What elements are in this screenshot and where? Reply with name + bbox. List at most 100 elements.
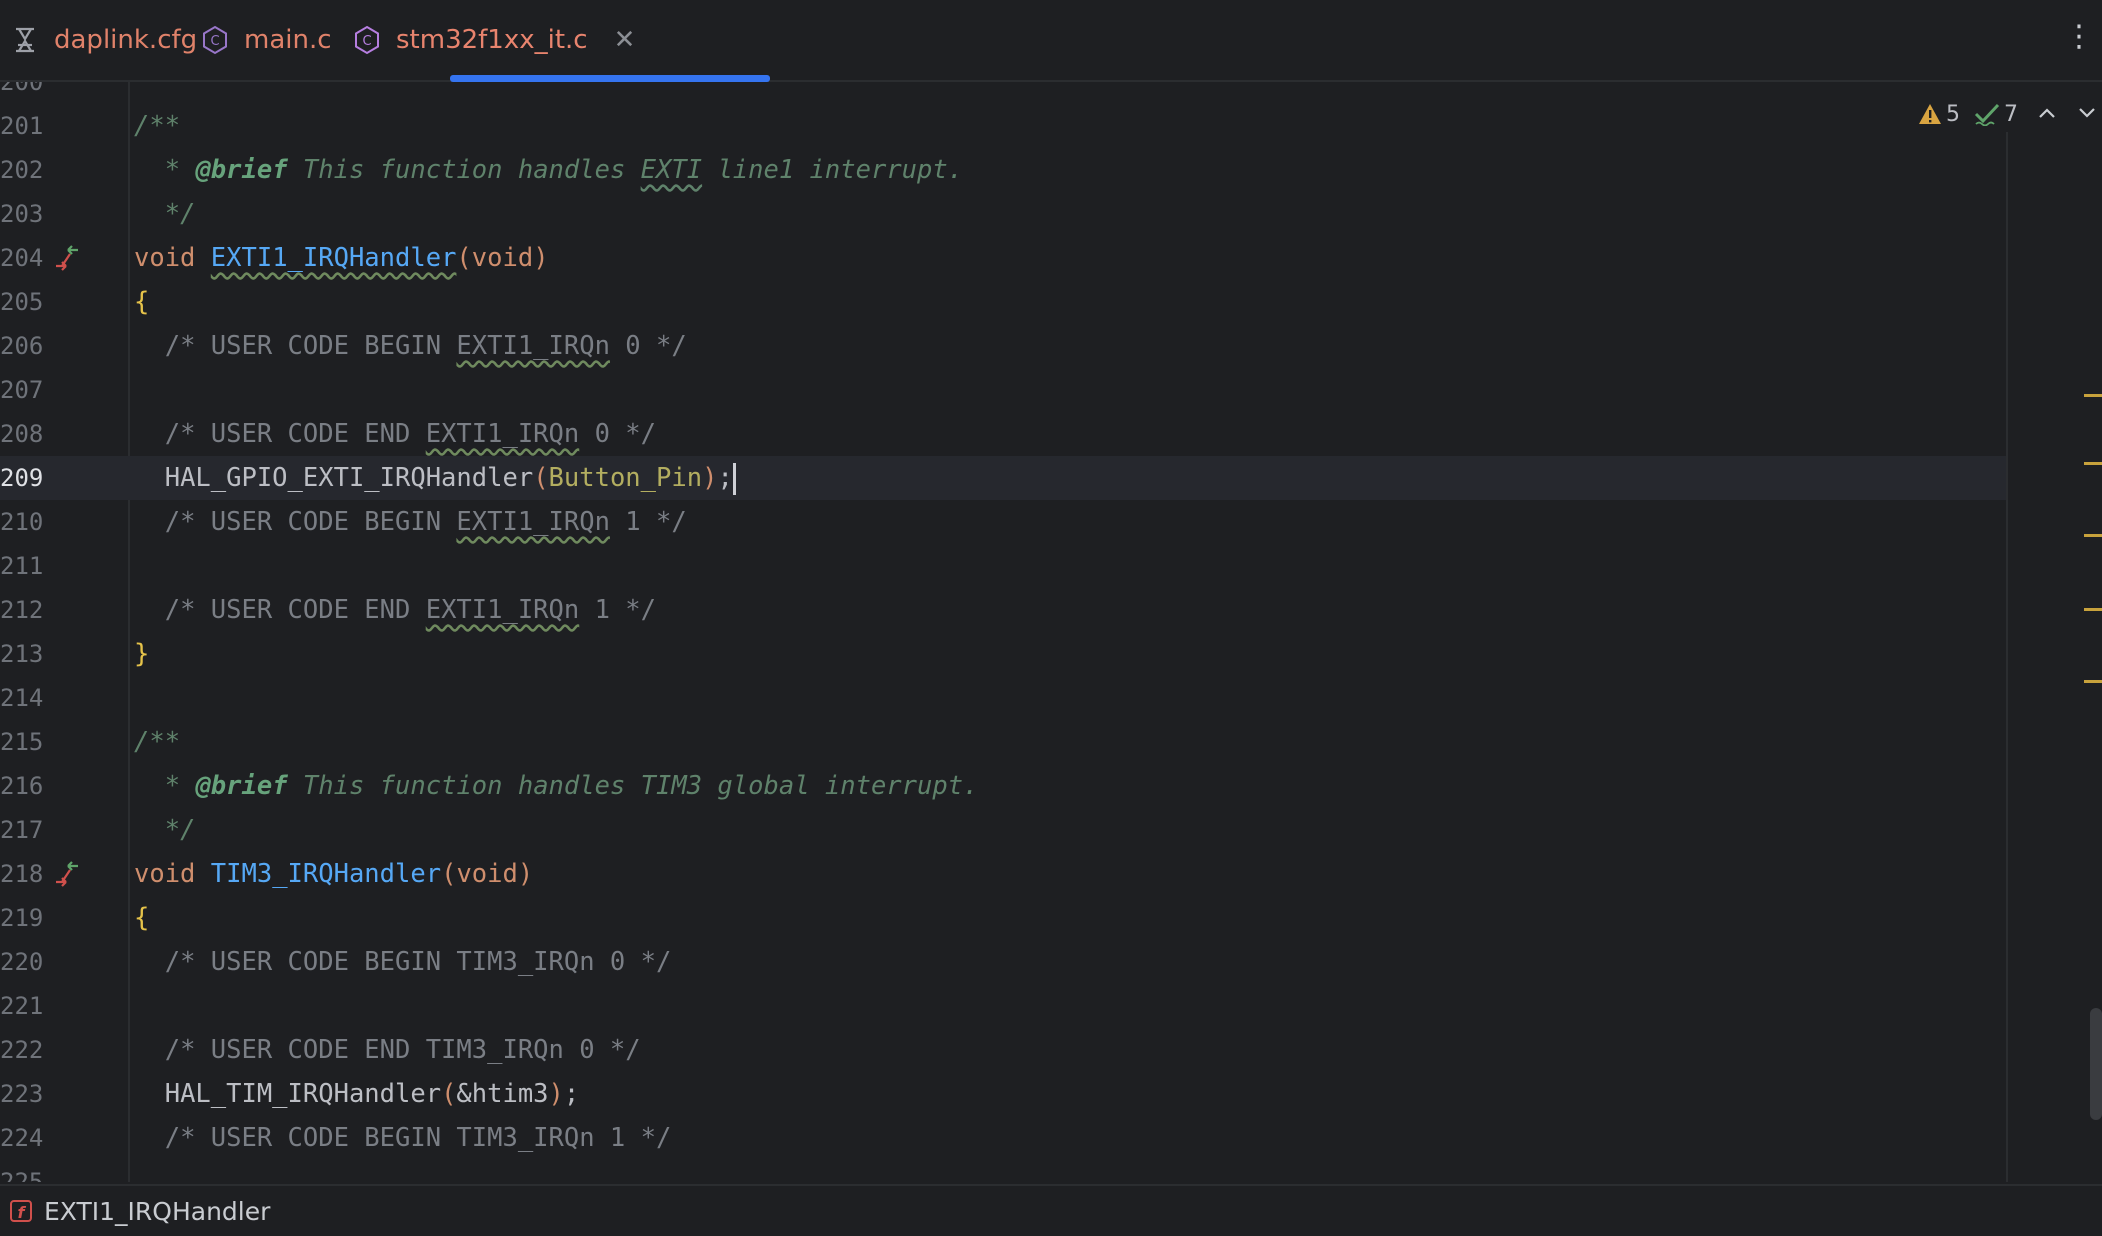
line-number: 223 [0, 1080, 44, 1108]
tab-label: daplink.cfg [54, 25, 198, 55]
line-number: 224 [0, 1124, 44, 1152]
implementation-navigation-icon[interactable] [54, 242, 86, 274]
doc-comment: This function handles TIM3 global interr… [287, 771, 979, 801]
tab-stm32f1xx-it-c[interactable]: C stm32f1xx_it.c ✕ [352, 0, 770, 82]
error-stripe-mark[interactable] [2084, 680, 2102, 683]
breadcrumb-function[interactable]: EXTI1_IRQHandler [44, 1197, 270, 1226]
error-stripe-mark[interactable] [2084, 394, 2102, 397]
implementation-navigation-icon[interactable] [54, 858, 86, 890]
brace: } [134, 639, 150, 669]
code-line[interactable]: 203 */ [0, 192, 2006, 236]
line-number: 207 [0, 376, 44, 404]
code-line[interactable]: 206 /* USER CODE BEGIN EXTI1_IRQn 0 */ [0, 324, 2006, 368]
line-number: 218 [0, 860, 44, 888]
code-line[interactable]: 201 /** [0, 104, 2006, 148]
comment: 1 */ [609, 507, 687, 537]
error-stripe-mark[interactable] [2084, 608, 2102, 611]
doc-comment: * [164, 771, 196, 801]
comment: /* USER CODE BEGIN TIM3_IRQn 0 */ [164, 947, 672, 977]
tab-label: stm32f1xx_it.c [396, 25, 588, 55]
c-file-icon: C [352, 25, 382, 55]
semicolon: ; [563, 1079, 580, 1109]
code-line[interactable]: 221 [0, 984, 2006, 1028]
line-number: 205 [0, 288, 44, 316]
comment: 0 */ [609, 331, 687, 361]
keyword: void [134, 243, 196, 273]
code-line[interactable]: 204 void EXTI1_IRQHandler(void) [0, 236, 2006, 280]
line-number: 212 [0, 596, 44, 624]
function-name[interactable]: TIM3_IRQHandler [211, 859, 441, 889]
line-number: 216 [0, 772, 44, 800]
line-number: 214 [0, 684, 44, 712]
code-line[interactable]: 208 /* USER CODE END EXTI1_IRQn 0 */ [0, 412, 2006, 456]
paren: ) [548, 1079, 564, 1109]
code-line[interactable]: 224 /* USER CODE BEGIN TIM3_IRQn 1 */ [0, 1116, 2006, 1160]
doc-comment: */ [164, 815, 196, 845]
next-highlight-icon[interactable] [2072, 99, 2102, 129]
code-line[interactable]: 220 /* USER CODE BEGIN TIM3_IRQn 0 */ [0, 940, 2006, 984]
code-line[interactable]: 205 { [0, 280, 2006, 324]
argument: Button_Pin [548, 463, 703, 493]
code-line[interactable]: 202 * @brief This function handles EXTI … [0, 148, 2006, 192]
tab-label: main.c [244, 25, 332, 55]
close-icon[interactable]: ✕ [614, 25, 636, 55]
line-number: 202 [0, 156, 44, 184]
tab-daplink-cfg[interactable]: daplink.cfg [10, 0, 197, 80]
svg-text:C: C [210, 34, 219, 49]
function-name[interactable]: EXTI1_IRQHandler [211, 243, 457, 273]
doc-comment: This function handles [287, 155, 641, 185]
code-line[interactable]: 214 [0, 676, 2006, 720]
line-number: 211 [0, 552, 44, 580]
error-stripe-mark[interactable] [2084, 462, 2102, 465]
line-number: 215 [0, 728, 44, 756]
code-line[interactable]: 207 [0, 368, 2006, 412]
line-number: 222 [0, 1036, 44, 1064]
code-line[interactable]: 218 void TIM3_IRQHandler(void) [0, 852, 2006, 896]
code-line[interactable]: 210 /* USER CODE BEGIN EXTI1_IRQn 1 */ [0, 500, 2006, 544]
function-call: HAL_GPIO_EXTI_IRQHandler [164, 463, 534, 493]
paren: ) [517, 859, 534, 889]
doc-comment: line1 interrupt. [702, 155, 964, 185]
config-file-icon [10, 25, 40, 55]
comment: /* USER CODE END [164, 595, 426, 625]
line-number: 206 [0, 332, 44, 360]
code-editor[interactable]: 5 7 200 201 /** 202 * @brief This functi… [0, 82, 2102, 1182]
tab-main-c[interactable]: C main.c [200, 0, 332, 80]
line-number: 201 [0, 112, 44, 140]
vertical-scrollbar-thumb[interactable] [2090, 1008, 2102, 1120]
paren: ( [441, 1079, 457, 1109]
code-line[interactable]: 215 /** [0, 720, 2006, 764]
comment: /* USER CODE END [164, 419, 426, 449]
more-options-icon[interactable]: ⋮ [2064, 22, 2094, 58]
comment: 1 */ [579, 595, 657, 625]
code-line[interactable]: 212 /* USER CODE END EXTI1_IRQn 1 */ [0, 588, 2006, 632]
comment: /* USER CODE BEGIN TIM3_IRQn 1 */ [164, 1123, 672, 1153]
breadcrumb-bar: f EXTI1_IRQHandler [0, 1184, 2102, 1236]
code-line[interactable]: 216 * @brief This function handles TIM3 … [0, 764, 2006, 808]
code-line[interactable]: 213 } [0, 632, 2006, 676]
code-line[interactable]: 222 /* USER CODE END TIM3_IRQn 0 */ [0, 1028, 2006, 1072]
code-line[interactable]: 223 HAL_TIM_IRQHandler(&htim3); [0, 1072, 2006, 1116]
line-number: 221 [0, 992, 44, 1020]
current-code-line[interactable]: 209 HAL_GPIO_EXTI_IRQHandler(Button_Pin)… [0, 456, 2006, 500]
keyword: void [134, 859, 196, 889]
previous-highlight-icon[interactable] [2032, 99, 2062, 129]
paren: ( [441, 859, 457, 889]
code-line[interactable]: 217 */ [0, 808, 2006, 852]
line-number: 203 [0, 200, 44, 228]
typo-highlight: EXTI1_IRQn [456, 507, 610, 537]
error-stripe-mark[interactable] [2084, 534, 2102, 537]
semicolon: ; [717, 463, 733, 493]
code-line[interactable]: 211 [0, 544, 2006, 588]
editor-tab-bar: daplink.cfg C main.c C stm32f1xx_it.c ✕ … [0, 0, 2102, 82]
keyword: void [471, 243, 534, 273]
paren: ) [533, 243, 549, 273]
typo-highlight: EXTI1_IRQn [456, 331, 610, 361]
function-icon: f [10, 1200, 32, 1222]
code-line[interactable]: 200 [0, 82, 2006, 104]
code-line[interactable]: 219 { [0, 896, 2006, 940]
typo-highlight: EXTI1_IRQn [425, 595, 580, 625]
doc-comment: */ [164, 199, 196, 229]
c-file-icon: C [200, 25, 230, 55]
code-line[interactable]: 225 [0, 1160, 2006, 1182]
